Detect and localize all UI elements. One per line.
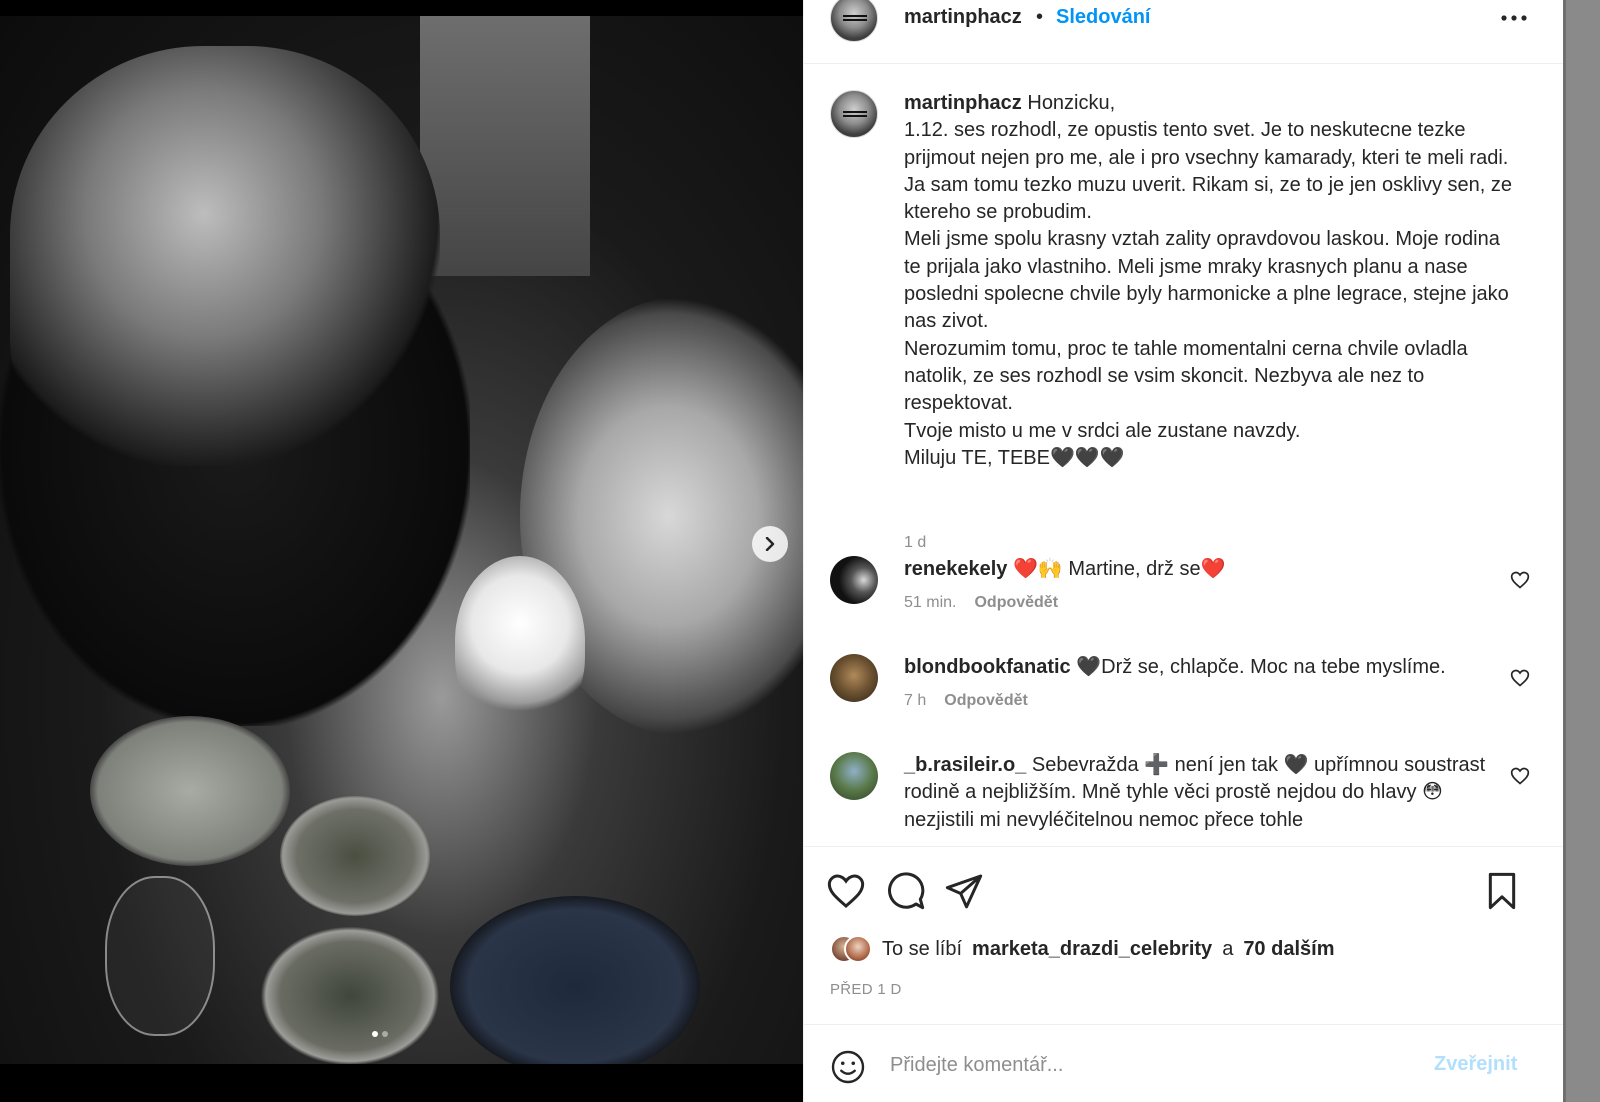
caption-timestamp[interactable]: 1 d: [904, 534, 926, 552]
reply-button[interactable]: Odpovědět: [944, 692, 1028, 710]
author-username[interactable]: martinphacz: [904, 6, 1022, 29]
comment-meta: 51 min. Odpovědět: [904, 594, 1058, 612]
likes-others-link[interactable]: 70 dalším: [1243, 938, 1334, 961]
paper-plane-icon[interactable]: [944, 871, 984, 911]
likes-conj: a: [1222, 937, 1234, 960]
liker-avatar: [844, 935, 872, 963]
carousel-dot-active: [372, 1031, 378, 1037]
commenter-avatar[interactable]: [830, 752, 878, 800]
post-panel: martinphacz • Sledování martinphacz Honz…: [803, 0, 1564, 1102]
comment-timestamp[interactable]: 7 h: [904, 692, 926, 710]
comment-meta: 7 h Odpovědět: [904, 692, 1028, 710]
post-date[interactable]: PŘED 1 D: [830, 981, 902, 998]
emoji-smile-icon[interactable]: [830, 1049, 866, 1085]
heart-icon[interactable]: [1510, 570, 1530, 590]
caption-text: martinphacz Honzicku, 1.12. ses rozhodl,…: [904, 90, 1514, 472]
caption-body: Honzicku, 1.12. ses rozhodl, ze opustis …: [904, 92, 1512, 469]
commenter-avatar[interactable]: [830, 556, 878, 604]
commenter-avatar[interactable]: [830, 654, 878, 702]
more-horizontal-icon: [1501, 15, 1527, 21]
comment-icon[interactable]: [886, 871, 926, 911]
page-background-strip: [1563, 0, 1600, 1102]
comment-body: ❤️🙌 Martine, drž se❤️: [1007, 558, 1226, 580]
comment-body: 🖤Drž se, chlapče. Moc na tebe myslíme.: [1070, 656, 1446, 678]
liker-username[interactable]: marketa_drazdi_celebrity: [972, 938, 1212, 961]
reply-button[interactable]: Odpovědět: [974, 594, 1058, 612]
comment-text: _b.rasileir.o_ Sebevražda ➕ není jen tak…: [904, 752, 1494, 834]
caption-username[interactable]: martinphacz: [904, 92, 1022, 114]
chevron-right-icon: [765, 537, 775, 551]
heart-icon[interactable]: [1510, 766, 1530, 786]
bookmark-icon[interactable]: [1482, 871, 1522, 911]
carousel-indicator: [372, 1031, 388, 1037]
commenter-username[interactable]: _b.rasileir.o_: [904, 754, 1026, 776]
author-avatar[interactable]: [830, 0, 878, 42]
more-options-button[interactable]: [1494, 4, 1534, 32]
following-button[interactable]: Sledování: [1056, 6, 1150, 29]
carousel-next-button[interactable]: [752, 526, 788, 562]
comments-section[interactable]: martinphacz Honzicku, 1.12. ses rozhodl,…: [804, 64, 1564, 846]
post-header: martinphacz • Sledování: [804, 0, 1564, 64]
comment-input[interactable]: [890, 1043, 1410, 1087]
post-media: [0, 0, 803, 1102]
carousel-dot: [382, 1031, 388, 1037]
likes-prefix: To se líbí: [882, 937, 963, 960]
commenter-username[interactable]: renekekely: [904, 558, 1007, 580]
likes-summary: To se líbí marketa_drazdi_celebrity a 70…: [830, 935, 1334, 963]
comment-text: renekekely ❤️🙌 Martine, drž se❤️: [904, 556, 1494, 583]
caption-avatar[interactable]: [830, 90, 878, 138]
header-separator: •: [1036, 6, 1044, 28]
comment-composer: Zveřejnit: [804, 1024, 1564, 1102]
heart-icon[interactable]: [1510, 668, 1530, 688]
post-comment-button[interactable]: Zveřejnit: [1434, 1053, 1517, 1076]
likers-avatars[interactable]: [830, 935, 872, 963]
comment-timestamp[interactable]: 51 min.: [904, 594, 956, 612]
post-photo[interactable]: [0, 16, 803, 1064]
post-actions: To se líbí marketa_drazdi_celebrity a 70…: [804, 846, 1564, 1024]
heart-icon[interactable]: [826, 871, 866, 911]
comment-text: blondbookfanatic 🖤Drž se, chlapče. Moc n…: [904, 654, 1494, 681]
commenter-username[interactable]: blondbookfanatic: [904, 656, 1071, 678]
